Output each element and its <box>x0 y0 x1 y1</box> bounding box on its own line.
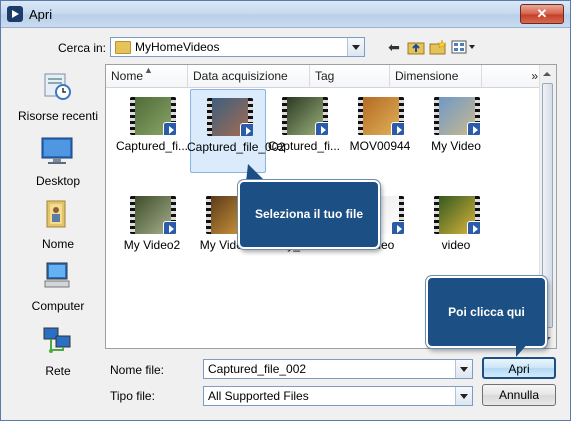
video-thumbnail-icon <box>358 97 404 135</box>
scroll-up-icon[interactable] <box>543 72 551 76</box>
video-thumbnail-icon <box>434 97 480 135</box>
place-network[interactable]: Rete <box>11 326 101 386</box>
place-user[interactable]: Nome <box>11 199 101 259</box>
column-tag[interactable]: Tag <box>310 65 390 87</box>
column-size[interactable]: Dimensione <box>390 65 482 87</box>
file-type-value: All Supported Files <box>208 389 309 403</box>
user-folder-icon <box>41 199 73 229</box>
place-desktop[interactable]: Desktop <box>11 136 101 196</box>
desktop-icon <box>41 136 73 166</box>
back-arrow-icon[interactable]: ⬅ <box>385 39 403 55</box>
file-name: Captured_file_002 <box>187 140 286 154</box>
place-recent[interactable]: Risorse recenti <box>11 71 101 131</box>
play-badge-icon <box>391 221 404 234</box>
folder-icon <box>115 41 131 54</box>
file-type-label: Tipo file: <box>110 389 155 403</box>
play-badge-icon <box>391 122 404 135</box>
chevron-down-icon[interactable] <box>455 360 472 378</box>
callout-click-here: Poi clicca qui <box>426 276 547 348</box>
place-label: Computer <box>31 299 85 313</box>
callout-select-file: Seleziona il tuo file <box>238 180 380 249</box>
play-badge-icon <box>240 123 253 136</box>
look-in-label: Cerca in: <box>58 41 107 55</box>
open-button[interactable]: Apri <box>482 357 556 379</box>
video-thumbnail-icon <box>130 196 176 234</box>
file-name: MOV00944 <box>349 139 411 153</box>
new-folder-icon[interactable] <box>429 39 447 55</box>
file-item[interactable]: My Video2 <box>114 188 190 264</box>
column-date[interactable]: Data acquisizione <box>188 65 310 87</box>
look-in-value: MyHomeVideos <box>135 40 220 54</box>
file-name: Captured_fi... <box>267 139 341 153</box>
view-menu-icon[interactable] <box>451 39 477 55</box>
place-label: Desktop <box>35 174 81 188</box>
file-item[interactable]: Captured_file_002 <box>187 89 285 173</box>
video-thumbnail-icon <box>207 98 253 136</box>
play-badge-icon <box>467 221 480 234</box>
recent-places-icon <box>41 71 73 101</box>
look-in-combo[interactable]: MyHomeVideos <box>110 37 365 57</box>
more-columns-icon[interactable]: » <box>482 65 546 87</box>
play-badge-icon <box>315 122 328 135</box>
file-item[interactable]: Captured_fi... <box>266 89 342 165</box>
callout-pointer <box>516 341 530 357</box>
file-type-select[interactable]: All Supported Files <box>203 386 473 406</box>
file-item[interactable]: MOV00944 <box>342 89 418 165</box>
window-title: Apri <box>29 7 53 22</box>
play-badge-icon <box>467 122 480 135</box>
file-name: video <box>441 238 471 252</box>
network-icon <box>41 326 73 356</box>
play-badge-icon <box>163 221 176 234</box>
place-label: Rete <box>45 364 71 378</box>
title-bar: Apri ✕ <box>1 1 570 28</box>
file-name: My Video2 <box>123 238 181 252</box>
video-thumbnail-icon <box>434 196 480 234</box>
file-name-label: Nome file: <box>110 363 165 377</box>
chevron-down-icon[interactable] <box>347 38 364 56</box>
file-item[interactable]: My Video <box>418 89 494 165</box>
close-button[interactable]: ✕ <box>520 4 564 24</box>
places-bar: Risorse recenti Desktop Nome Computer Re… <box>11 61 101 381</box>
chevron-down-icon[interactable] <box>455 387 472 405</box>
up-folder-icon[interactable] <box>407 39 425 55</box>
file-name: My Video <box>431 139 481 153</box>
file-item[interactable]: Captured_fi... <box>114 89 190 165</box>
sort-ascending-icon: ▲ <box>144 65 153 75</box>
place-computer[interactable]: Computer <box>11 261 101 321</box>
play-badge-icon <box>163 122 176 135</box>
file-item[interactable]: video <box>418 188 494 264</box>
file-name-combo[interactable]: Captured_file_002 <box>203 359 473 379</box>
column-header: Nome Data acquisizione Tag Dimensione » <box>106 65 546 88</box>
open-file-dialog: Apri ✕ Cerca in: MyHomeVideos ⬅ Risorse … <box>0 0 571 421</box>
video-thumbnail-icon <box>130 97 176 135</box>
cancel-button[interactable]: Annulla <box>482 384 556 406</box>
file-name-value: Captured_file_002 <box>208 362 307 376</box>
computer-icon <box>41 261 73 291</box>
app-icon <box>7 6 23 22</box>
file-name: Captured_fi... <box>115 139 189 153</box>
place-label: Risorse recenti <box>17 109 99 123</box>
place-label: Nome <box>41 237 74 251</box>
video-thumbnail-icon <box>282 97 328 135</box>
